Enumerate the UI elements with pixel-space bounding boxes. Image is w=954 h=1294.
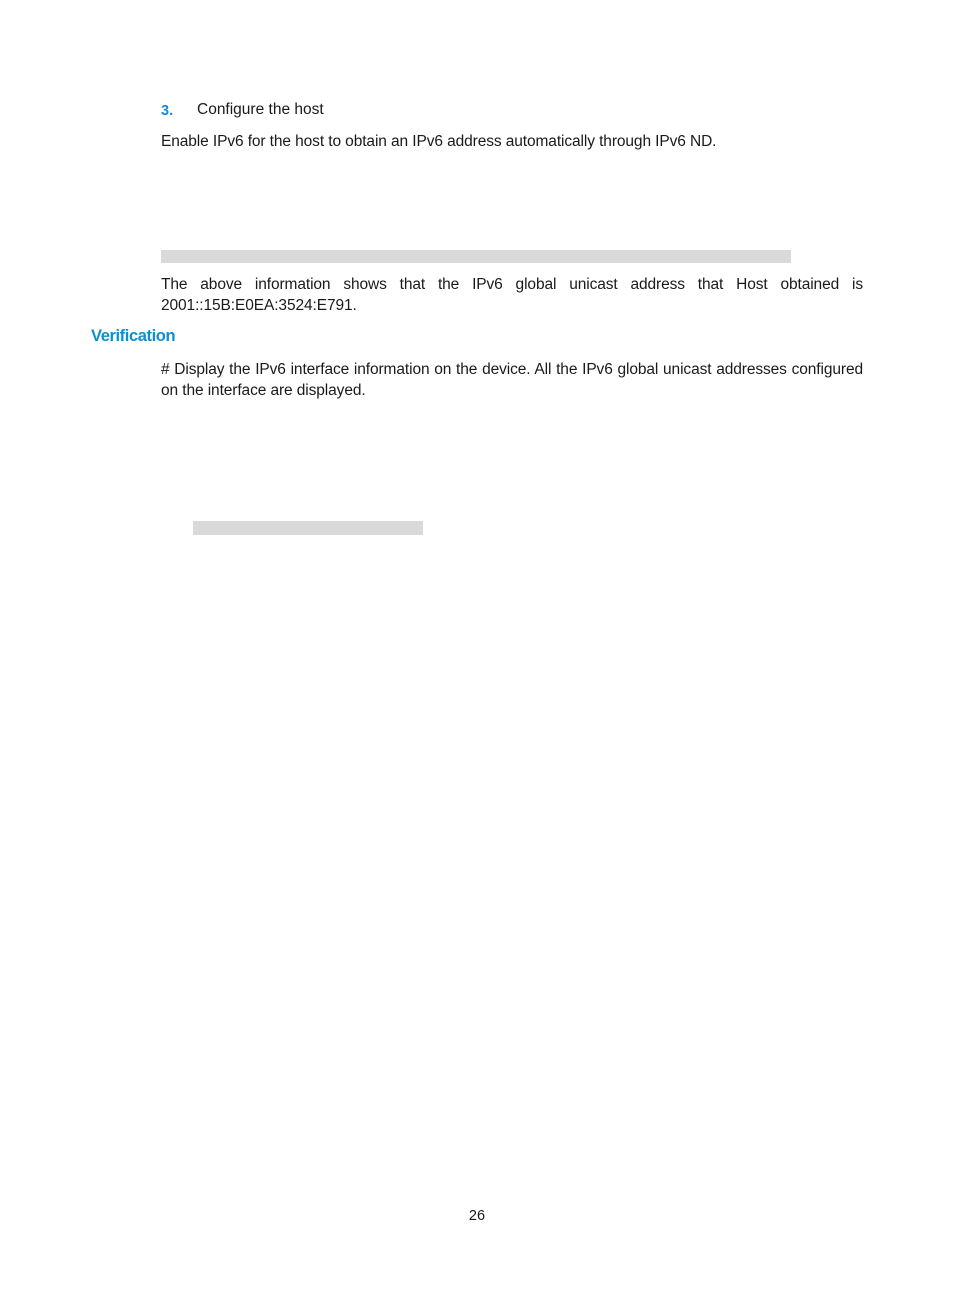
step-number: 3. <box>161 103 174 119</box>
paragraph-above-info-line2: 2001::15B:E0EA:3524:E791. <box>161 297 357 314</box>
step-3: 3. Configure the host <box>161 101 861 123</box>
paragraph-above-info-line1: The above information shows that the IPv… <box>161 276 863 293</box>
code-block-host-output <box>161 250 791 263</box>
section-heading-verification: Verification <box>91 327 176 345</box>
step-label: Configure the host <box>197 101 324 118</box>
code-block-device-output <box>193 521 423 535</box>
page-number: 26 <box>468 1208 486 1224</box>
paragraph-enable-ipv6: Enable IPv6 for the host to obtain an IP… <box>161 133 717 150</box>
paragraph-display-info: # Display the IPv6 interface information… <box>161 361 863 399</box>
